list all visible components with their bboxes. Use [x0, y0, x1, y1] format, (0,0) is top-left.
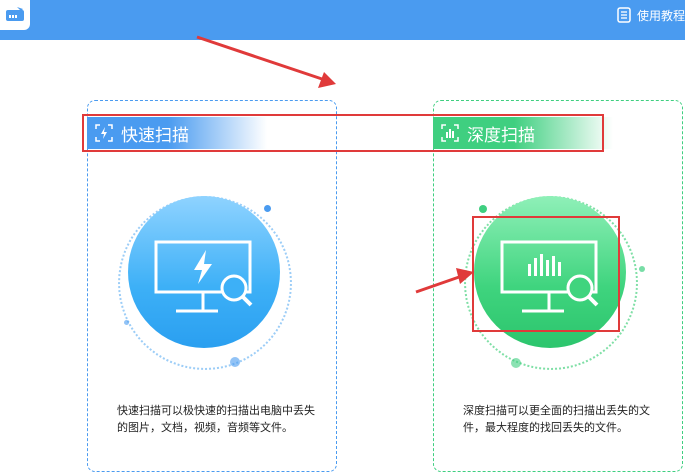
annotation-arrows	[196, 35, 474, 294]
